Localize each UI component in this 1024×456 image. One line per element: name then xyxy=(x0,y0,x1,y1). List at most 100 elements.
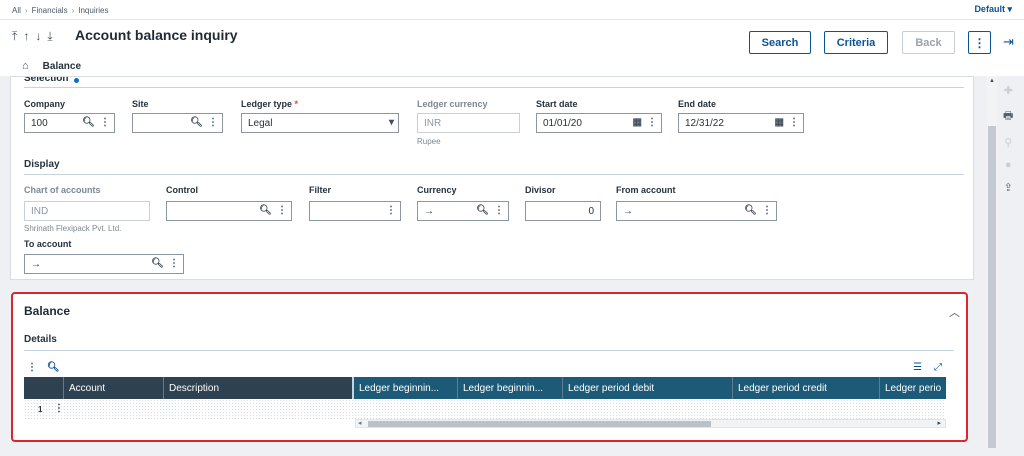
divider xyxy=(24,350,954,351)
record-navigation: ⤒ ↑ ↓ ⤓ xyxy=(12,29,53,44)
company-field[interactable]: 100 🔍︎ ⋮ xyxy=(24,113,115,133)
breadcrumb: All › Financials › Inquiries xyxy=(12,6,109,15)
chevron-right-icon: › xyxy=(24,6,28,15)
horizontal-scrollbar[interactable]: ◂ ▸ xyxy=(355,419,946,428)
scroll-left-icon[interactable]: ◂ xyxy=(358,419,362,427)
grid-toolbar: ⋮ 🔍︎ xyxy=(27,362,60,373)
scroll-right-icon[interactable]: ▸ xyxy=(937,419,941,427)
details-title: Details xyxy=(24,334,57,345)
more-icon[interactable]: ⋮ xyxy=(762,205,772,216)
search-icon[interactable]: 🔍︎ xyxy=(476,205,489,216)
home-icon[interactable]: ⌂ xyxy=(22,60,29,72)
attach-icon[interactable]: ⚲ xyxy=(1004,136,1012,149)
collapse-icon[interactable]: ︿ xyxy=(949,304,960,320)
chart-of-accounts-label: Chart of accounts xyxy=(24,185,101,195)
currency-field[interactable]: → 🔍︎ ⋮ xyxy=(417,201,509,221)
calendar-icon[interactable]: ▦ xyxy=(775,117,784,128)
filter-label: Filter xyxy=(309,185,332,195)
details-grid: Account Description Ledger beginnin... L… xyxy=(24,377,946,428)
more-icon[interactable]: ⋮ xyxy=(494,205,504,216)
default-menu[interactable]: Default ▾ xyxy=(974,4,1012,15)
ledger-currency-label: Ledger currency xyxy=(417,99,488,109)
scrollbar-thumb[interactable] xyxy=(368,421,711,427)
back-button[interactable]: Back xyxy=(902,31,955,54)
layers-icon[interactable]: ☰ xyxy=(913,362,922,373)
start-date-label: Start date xyxy=(536,99,578,109)
calendar-icon[interactable]: ▦ xyxy=(633,117,642,128)
scrollbar-thumb[interactable] xyxy=(988,126,996,448)
more-icon[interactable]: ⋮ xyxy=(386,205,396,216)
display-section-title: Display xyxy=(24,159,60,170)
share-icon[interactable]: ⇪ xyxy=(1004,181,1013,194)
column-description[interactable]: Description xyxy=(164,377,354,399)
start-date-field[interactable]: 01/01/20 ▦ ⋮ xyxy=(536,113,662,133)
search-icon[interactable]: 🔍︎ xyxy=(82,117,95,128)
to-account-field[interactable]: → 🔍︎ ⋮ xyxy=(24,254,184,274)
last-icon[interactable]: ⤓ xyxy=(47,29,52,44)
more-icon[interactable]: ⋮ xyxy=(100,117,110,128)
more-icon[interactable]: ⋮ xyxy=(277,205,287,216)
column-ledger-period-credit[interactable]: Ledger period credit xyxy=(733,377,880,399)
expand-icon[interactable]: ⤢ xyxy=(934,362,942,373)
table-row[interactable]: 1 ⋮ xyxy=(24,399,946,419)
search-icon[interactable]: 🔍︎ xyxy=(47,362,60,373)
column-ledger-period-debit[interactable]: Ledger period debit xyxy=(563,377,733,399)
site-field[interactable]: 🔍︎ ⋮ xyxy=(132,113,223,133)
control-label: Control xyxy=(166,185,198,195)
comment-icon[interactable]: ● xyxy=(1005,159,1012,171)
add-icon[interactable]: ✚ xyxy=(1004,84,1013,97)
from-account-field[interactable]: → 🔍︎ ⋮ xyxy=(616,201,777,221)
search-icon[interactable]: 🔍︎ xyxy=(151,258,164,269)
chart-of-accounts-field: IND xyxy=(24,201,150,221)
vertical-scrollbar[interactable]: ▲ xyxy=(987,76,997,448)
filter-field[interactable]: ⋮ xyxy=(309,201,401,221)
column-ledger-period[interactable]: Ledger perio xyxy=(880,377,946,399)
tab-bar: ⌂ Balance xyxy=(22,60,81,72)
more-icon[interactable]: ⋮ xyxy=(27,362,37,373)
balance-block: Balance ︿ Details ⋮ 🔍︎ ☰ ⤢ Account Descr… xyxy=(11,292,968,442)
search-icon[interactable]: 🔍︎ xyxy=(259,205,272,216)
control-field[interactable]: 🔍︎ ⋮ xyxy=(166,201,292,221)
down-icon[interactable]: ↓ xyxy=(35,29,41,44)
exit-icon[interactable]: ⇥ xyxy=(1003,34,1014,50)
main-content: Selection Company 100 🔍︎ ⋮ Site 🔍︎ ⋮ Ledge… xyxy=(10,76,974,448)
breadcrumb-inquiries[interactable]: Inquiries xyxy=(78,6,108,15)
ledger-type-select[interactable]: Legal ▾ xyxy=(241,113,399,133)
more-icon[interactable]: ⋮ xyxy=(169,258,179,269)
page-title: Account balance inquiry xyxy=(75,27,238,43)
row-menu-icon[interactable]: ⋮ xyxy=(54,403,64,414)
search-button[interactable]: Search xyxy=(749,31,811,54)
right-rail: ✚ 🖶 ⚲ ● ⇪ xyxy=(1003,84,1013,194)
divisor-label: Divisor xyxy=(525,185,556,195)
page-header: ⤒ ↑ ↓ ⤓ Account balance inquiry Search C… xyxy=(0,20,1024,76)
ledger-currency-description: Rupee xyxy=(417,137,441,146)
scroll-up-icon[interactable]: ▲ xyxy=(989,78,995,84)
chevron-right-icon: › xyxy=(71,6,75,15)
first-icon[interactable]: ⤒ xyxy=(12,29,17,44)
balance-title: Balance xyxy=(24,304,71,318)
more-icon[interactable]: ⋮ xyxy=(208,117,218,128)
search-icon[interactable]: 🔍︎ xyxy=(190,117,203,128)
currency-label: Currency xyxy=(417,185,457,195)
tab-balance[interactable]: Balance xyxy=(43,61,81,72)
more-icon[interactable]: ⋮ xyxy=(647,117,657,128)
more-icon[interactable]: ⋮ xyxy=(789,117,799,128)
column-ledger-beginning-2[interactable]: Ledger beginnin... xyxy=(458,377,563,399)
ledger-type-label: Ledger type * xyxy=(241,99,299,109)
end-date-field[interactable]: 12/31/22 ▦ ⋮ xyxy=(678,113,804,133)
breadcrumb-all[interactable]: All xyxy=(12,6,21,15)
end-date-label: End date xyxy=(678,99,717,109)
print-icon[interactable]: 🖶 xyxy=(1003,107,1013,126)
company-label: Company xyxy=(24,99,66,109)
chart-of-accounts-description: Shrinath Flexipack Pvt. Ltd. xyxy=(24,224,122,233)
column-ledger-beginning-1[interactable]: Ledger beginnin... xyxy=(354,377,458,399)
breadcrumb-financials[interactable]: Financials xyxy=(32,6,68,15)
selection-panel: Selection Company 100 🔍︎ ⋮ Site 🔍︎ ⋮ Ledge… xyxy=(10,76,974,280)
caret-down-icon: ▾ xyxy=(388,117,394,128)
more-actions-icon[interactable]: ⋮ xyxy=(968,31,991,54)
divisor-field[interactable]: 0 xyxy=(525,201,601,221)
column-account[interactable]: Account xyxy=(64,377,164,399)
criteria-button[interactable]: Criteria xyxy=(824,31,888,54)
up-icon[interactable]: ↑ xyxy=(23,29,29,44)
search-icon[interactable]: 🔍︎ xyxy=(744,205,757,216)
